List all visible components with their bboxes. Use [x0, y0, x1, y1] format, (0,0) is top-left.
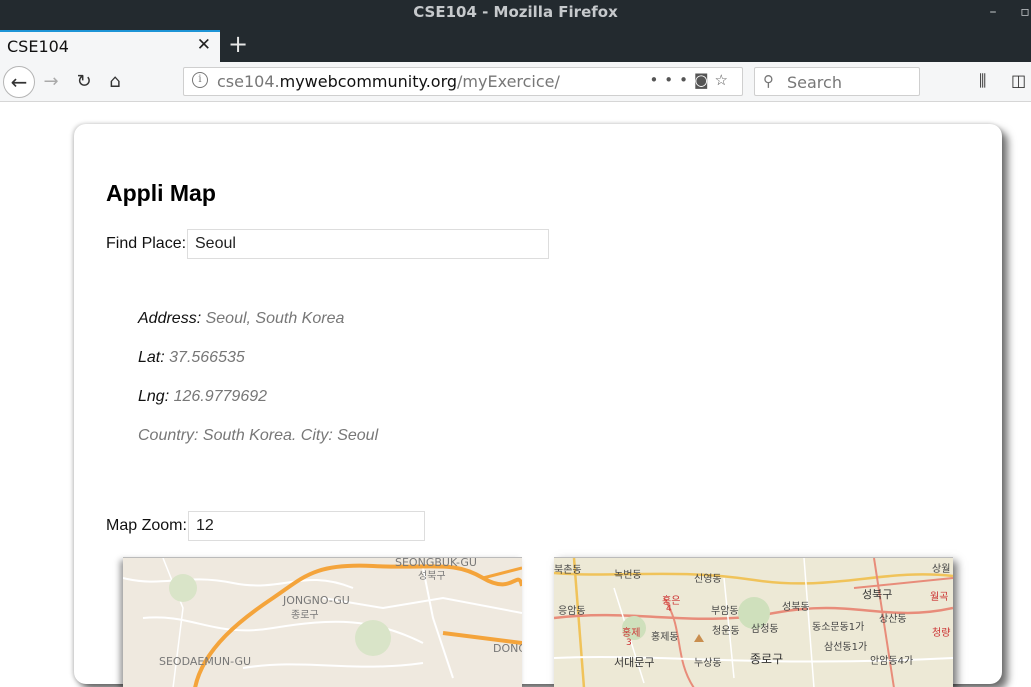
find-place-input[interactable]: Seoul [187, 229, 549, 259]
map-right[interactable]: 북촌동 녹번동 신영동 상월 응암동 홍은 부암동 성북동 성북구 월곡 홍제 … [554, 557, 953, 687]
window-title: CSE104 - Mozilla Firefox [413, 3, 618, 21]
lat-value: 37.566535 [169, 349, 245, 366]
country-city-line: Country: South Korea. City: Seoul [138, 427, 379, 444]
reload-icon[interactable]: ↻ [69, 67, 99, 97]
map-right-label-6: 부암동 [711, 606, 739, 617]
navigation-toolbar: ← → ↻ ⌂ i cse104.mywebcommunity.org/myEx… [0, 62, 1031, 102]
minimize-icon[interactable]: – [982, 0, 1004, 24]
map-right-label-10: 홍제 [622, 628, 641, 639]
forward-icon[interactable]: → [36, 67, 66, 97]
map-right-label-9: 월곡 [930, 592, 949, 603]
map-right-label-17: 삼선동1가 [824, 642, 868, 653]
map-zoom-input[interactable]: 12 [188, 511, 425, 541]
map-right-label-16: 상산동 [879, 614, 907, 625]
maximize-icon[interactable]: ▫ [1014, 0, 1031, 24]
search-box[interactable]: ⚲ Search [754, 67, 920, 96]
address-key: Address: [138, 310, 202, 327]
map-right-label-21: 누상동 [694, 658, 722, 669]
window-titlebar: CSE104 - Mozilla Firefox [0, 0, 1031, 24]
bookmark-star-icon[interactable]: ☆ [715, 71, 734, 89]
map-right-label-23: 3 [626, 638, 632, 648]
library-icon[interactable]: ⫼ [979, 71, 986, 91]
map-right-label-0: 북촌동 [554, 565, 582, 576]
lng-line: Lng: 126.9779692 [138, 388, 267, 406]
search-icon: ⚲ [763, 72, 774, 90]
map-right-label-8: 성북구 [862, 588, 893, 601]
back-icon[interactable]: ← [3, 66, 35, 98]
tab-bar: CSE104 ✕ + [0, 24, 1031, 62]
url-domain: mywebcommunity.org [279, 72, 458, 91]
new-tab-icon[interactable]: + [228, 30, 248, 58]
map-right-label-22: 4 [666, 604, 672, 614]
map-right-label-1: 녹번동 [614, 570, 642, 581]
map-right-label-14: 동소문동1가 [812, 622, 865, 633]
map-right-label-18: 안암동4가 [870, 656, 914, 667]
page-actions-icon[interactable]: ••• [649, 71, 694, 89]
sidebar-icon[interactable]: ◫ [1011, 71, 1026, 90]
address-line: Address: Seoul, South Korea [138, 310, 344, 328]
close-tab-icon[interactable]: ✕ [197, 35, 211, 55]
map-left-label-3: 종로구 [291, 610, 319, 621]
map-left-label-5: SEODAEMUN-GU [159, 655, 252, 668]
lng-value: 126.9779692 [173, 388, 268, 405]
map-left[interactable]: SEONGBUK-GU 성북구 JONGNO-GU 종로구 DONG SEODA… [123, 557, 522, 687]
map-right-label-19: 서대문구 [614, 656, 655, 669]
app-card: Appli Map Find Place: Seoul Address: Seo… [74, 124, 1002, 687]
lat-line: Lat: 37.566535 [138, 349, 245, 367]
url-actions: •••◙☆ [649, 71, 734, 89]
map-left-label-4: DONG [493, 642, 522, 655]
tab-cse104[interactable]: CSE104 ✕ [0, 30, 220, 62]
map-left-label-1: 성북구 [418, 571, 446, 582]
page-content: Appli Map Find Place: Seoul Address: Seo… [0, 103, 1031, 687]
map-zoom-label: Map Zoom: [106, 517, 187, 534]
pocket-icon[interactable]: ◙ [694, 71, 715, 89]
map-right-label-7: 성북동 [782, 602, 810, 613]
site-info-icon[interactable]: i [192, 72, 208, 88]
url-prefix: cse104. [217, 72, 280, 91]
map-right-label-15: 청량 [932, 628, 951, 639]
lat-key: Lat: [138, 349, 165, 366]
url-text[interactable]: cse104.mywebcommunity.org/myExercice/ [217, 72, 560, 91]
map-right-label-12: 청운동 [712, 626, 740, 637]
url-bar[interactable]: i cse104.mywebcommunity.org/myExercice/ … [183, 67, 743, 96]
home-icon[interactable]: ⌂ [100, 67, 130, 97]
map-right-label-3: 상월 [932, 564, 951, 575]
address-value: Seoul, South Korea [205, 310, 345, 327]
page-title: Appli Map [106, 180, 216, 206]
lng-key: Lng: [138, 388, 170, 405]
map-right-label-2: 신영동 [694, 574, 722, 585]
map-right-label-11: 홍제동 [651, 632, 679, 643]
map-right-label-4: 응암동 [558, 606, 586, 617]
search-placeholder: Search [787, 73, 842, 92]
map-right-label-13: 삼청동 [751, 624, 779, 635]
find-place-label: Find Place: [106, 235, 187, 252]
tab-title: CSE104 [7, 37, 69, 56]
url-path: /myExercice/ [457, 72, 560, 91]
